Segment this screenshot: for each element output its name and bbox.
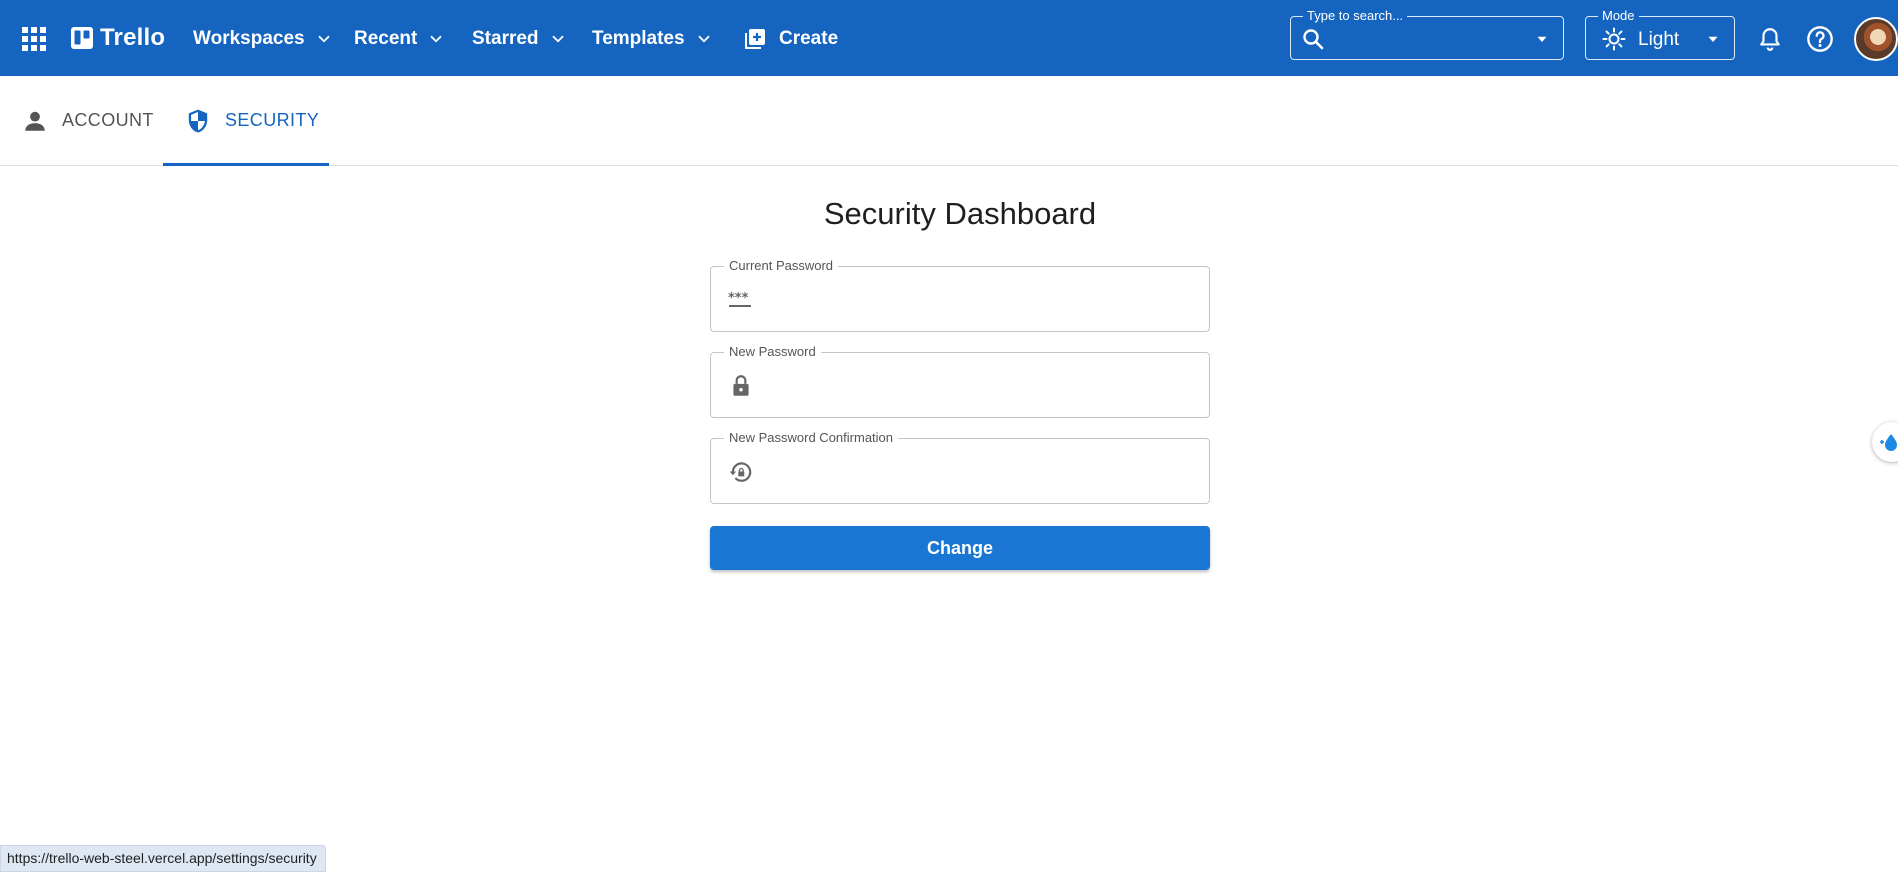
new-password-confirmation-label: New Password Confirmation: [724, 430, 899, 446]
create-label: Create: [779, 28, 839, 49]
chevron-down-icon: [430, 35, 442, 43]
nav-recent-label: Recent: [354, 28, 418, 49]
apps-grid-icon[interactable]: [22, 27, 46, 51]
nav-workspaces[interactable]: Workspaces: [193, 24, 333, 54]
mode-legend: Mode: [1598, 8, 1639, 24]
light-mode-icon: [1602, 27, 1626, 51]
floating-widget[interactable]: [1872, 422, 1898, 462]
add-box-icon: [745, 29, 765, 49]
tab-account-label: ACCOUNT: [62, 110, 154, 130]
avatar[interactable]: [1854, 17, 1898, 61]
nav-recent[interactable]: Recent: [354, 24, 445, 54]
settings-tabs: ACCOUNT SECURITY: [0, 76, 1898, 166]
mode-select[interactable]: Mode Light: [1585, 8, 1735, 60]
lock-reset-icon: [729, 462, 752, 482]
chevron-down-icon: [318, 35, 330, 43]
nav-templates-label: Templates: [592, 28, 685, 49]
search-legend: Type to search...: [1303, 8, 1408, 24]
trello-logo-icon: [71, 27, 93, 49]
status-bar-url: https://trello-web-steel.vercel.app/sett…: [0, 845, 326, 872]
page-title: Security Dashboard: [823, 196, 1097, 231]
mode-value: Light: [1638, 29, 1680, 50]
person-icon: [25, 111, 45, 131]
change-button[interactable]: Change: [710, 526, 1210, 570]
dropdown-arrow-icon: [1708, 36, 1718, 42]
notifications-bell-icon[interactable]: [1757, 26, 1783, 52]
search-input[interactable]: [1333, 26, 1517, 54]
password-icon: ***: [728, 291, 751, 307]
new-password-confirmation-input[interactable]: [767, 457, 1191, 489]
current-password-label: Current Password: [724, 258, 839, 274]
search-icon: [1303, 29, 1324, 50]
tab-account[interactable]: ACCOUNT: [22, 76, 154, 165]
create-button[interactable]: Create: [743, 24, 838, 54]
nav-starred-label: Starred: [472, 28, 539, 49]
brand-name: Trello: [100, 24, 166, 51]
nav-templates[interactable]: Templates: [592, 24, 713, 54]
svg-text:***: ***: [728, 291, 749, 306]
help-icon[interactable]: [1806, 25, 1834, 53]
water-drop-icon: [1880, 434, 1897, 451]
chevron-down-icon: [698, 35, 709, 43]
current-password-field[interactable]: Current Password ***: [710, 258, 1210, 332]
lock-icon: [733, 375, 749, 396]
top-app-bar: Trello Workspaces Recent Starred Templat…: [0, 0, 1898, 76]
shield-icon: [188, 109, 208, 132]
search-field[interactable]: Type to search...: [1290, 8, 1564, 60]
new-password-input[interactable]: [767, 371, 1191, 403]
tab-security[interactable]: SECURITY: [163, 76, 329, 166]
new-password-label: New Password: [724, 344, 821, 360]
current-password-input[interactable]: [767, 285, 1191, 317]
tab-security-label: SECURITY: [225, 110, 320, 130]
chevron-down-icon: [552, 35, 563, 43]
brand[interactable]: Trello: [70, 24, 165, 52]
nav-workspaces-label: Workspaces: [193, 28, 305, 49]
dropdown-arrow-icon[interactable]: [1533, 30, 1551, 48]
nav-starred[interactable]: Starred: [472, 24, 567, 54]
new-password-confirmation-field[interactable]: New Password Confirmation: [710, 430, 1210, 504]
new-password-field[interactable]: New Password: [710, 344, 1210, 418]
